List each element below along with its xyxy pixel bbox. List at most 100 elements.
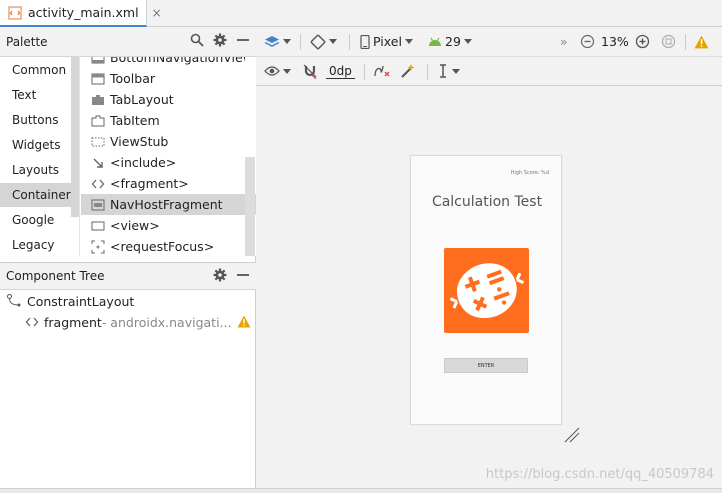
- file-tab-label: activity_main.xml: [28, 5, 139, 20]
- component-tree-title: Component Tree: [6, 269, 105, 283]
- tree-node-constraintlayout[interactable]: ConstraintLayout: [6, 291, 134, 311]
- palette-item-tabitem[interactable]: TabItem: [81, 110, 245, 131]
- clear-constraints-icon: [374, 65, 390, 77]
- palette-item-bottomnavigationview[interactable]: BottomNavigationView: [81, 57, 245, 68]
- guidelines-dropdown[interactable]: [437, 57, 460, 85]
- tree-node-label: ConstraintLayout: [27, 293, 135, 309]
- overflow-chevron[interactable]: »: [560, 27, 568, 56]
- palette-item-label: NavHostFragment: [110, 197, 223, 212]
- category-container[interactable]: Container: [0, 183, 72, 207]
- api-level-dropdown[interactable]: 29: [428, 27, 472, 56]
- palette-item-label: TabLayout: [110, 92, 174, 107]
- device-label: Pixel: [373, 34, 402, 49]
- category-google[interactable]: Google: [0, 208, 72, 232]
- palette-title: Palette: [6, 34, 48, 49]
- palette-item-navhostfragment[interactable]: NavHostFragment: [81, 194, 256, 215]
- zoom-fit-icon: [661, 34, 676, 49]
- enter-button[interactable]: ENTER: [444, 358, 528, 373]
- left-panel: Palette Common Text Buttons Widgets Layo…: [0, 27, 256, 488]
- resize-handle-icon[interactable]: [563, 426, 581, 444]
- warning-icon[interactable]: [237, 315, 251, 328]
- autoconnect-toggle[interactable]: [302, 57, 318, 85]
- tablayout-icon: [92, 94, 104, 105]
- include-icon: [93, 158, 103, 168]
- orientation-dropdown[interactable]: [310, 27, 337, 56]
- android-icon: [429, 37, 441, 46]
- close-tab-icon[interactable]: ×: [152, 6, 162, 20]
- design-canvas[interactable]: High Score: %d Calculation Test ENTER ht…: [256, 86, 722, 488]
- xml-file-icon: [8, 6, 22, 20]
- palette-item-toolbar[interactable]: Toolbar: [81, 68, 245, 89]
- palette-item-viewstub[interactable]: ViewStub: [81, 131, 245, 152]
- fragment-icon: [91, 179, 105, 188]
- file-tab-activity-main[interactable]: activity_main.xml ×: [0, 0, 162, 27]
- tree-node-fragment[interactable]: fragment - androidx.navigati...: [25, 312, 251, 332]
- category-layouts[interactable]: Layouts: [0, 158, 72, 182]
- minimize-icon[interactable]: [236, 268, 250, 282]
- gear-icon[interactable]: [213, 33, 227, 47]
- palette-item-fragment[interactable]: <fragment>: [81, 173, 245, 194]
- design-surface-dropdown[interactable]: [264, 27, 291, 56]
- constraintlayout-icon: [7, 294, 21, 307]
- tabitem-icon: [91, 115, 105, 126]
- category-legacy[interactable]: Legacy: [0, 233, 72, 257]
- palette-item-scrollbar[interactable]: [245, 157, 255, 256]
- search-icon[interactable]: [190, 33, 204, 47]
- minimize-icon[interactable]: [236, 33, 250, 47]
- layers-icon: [264, 35, 280, 47]
- editor-tab-bar: activity_main.xml ×: [0, 0, 722, 27]
- component-tree-header: Component Tree: [0, 262, 256, 290]
- constraint-toolbar: 0dp: [256, 57, 722, 86]
- palette-header: Palette: [0, 27, 256, 57]
- zoom-level: 13%: [601, 34, 629, 49]
- clear-constraints-button[interactable]: [373, 57, 391, 85]
- phone-icon: [360, 34, 370, 49]
- high-score-text: High Score: %d: [510, 170, 549, 176]
- view-options-dropdown[interactable]: [264, 57, 291, 85]
- fragment-icon: [25, 317, 39, 327]
- tree-node-label: fragment: [44, 314, 102, 330]
- palette-item-include[interactable]: <include>: [81, 152, 245, 173]
- warnings-button[interactable]: [694, 27, 709, 56]
- category-common[interactable]: Common: [0, 58, 72, 82]
- app-logo-image: [444, 248, 529, 333]
- device-preview[interactable]: High Score: %d Calculation Test ENTER: [410, 155, 562, 425]
- navhostfragment-icon: [91, 199, 105, 210]
- calculator-lemon-icon: [449, 263, 525, 319]
- text-baseline-icon: [440, 64, 446, 78]
- default-margin-dropdown[interactable]: 0dp: [326, 57, 355, 85]
- tree-node-detail: - androidx.navigati...: [101, 314, 232, 330]
- palette-item-label: Toolbar: [110, 71, 156, 86]
- palette-item-tablayout[interactable]: TabLayout: [81, 89, 245, 110]
- palette-item-label: ViewStub: [110, 134, 169, 149]
- category-text[interactable]: Text: [0, 83, 72, 107]
- palette-item-view[interactable]: <view>: [81, 215, 245, 236]
- bottom-navigation-icon: [91, 57, 105, 63]
- default-margin-value: 0dp: [326, 64, 355, 79]
- category-buttons[interactable]: Buttons: [0, 108, 72, 132]
- zoom-out-icon: [580, 34, 595, 49]
- warning-icon: [694, 35, 709, 48]
- device-dropdown[interactable]: Pixel: [360, 27, 413, 56]
- infer-constraints-button[interactable]: [400, 57, 416, 85]
- palette-item-list: BottomNavigationView Toolbar TabLayout T…: [81, 57, 256, 256]
- palette-item-label: BottomNavigationView: [110, 57, 245, 65]
- viewstub-icon: [91, 137, 105, 146]
- palette-item-label: <view>: [110, 218, 160, 233]
- zoom-in-button[interactable]: [635, 27, 650, 56]
- gear-icon[interactable]: [213, 268, 227, 282]
- rotate-icon: [310, 34, 326, 49]
- category-scrollbar[interactable]: [71, 57, 79, 217]
- palette-category-list: Common Text Buttons Widgets Layouts Cont…: [0, 57, 80, 256]
- palette-item-requestfocus[interactable]: <requestFocus>: [81, 236, 245, 256]
- category-widgets[interactable]: Widgets: [0, 133, 72, 157]
- zoom-out-button[interactable]: [580, 27, 595, 56]
- eye-icon: [264, 66, 280, 76]
- palette-item-label: <include>: [110, 155, 177, 170]
- watermark-text: https://blog.csdn.net/qq_40509784: [485, 467, 714, 482]
- palette-item-label: TabItem: [110, 113, 160, 128]
- zoom-in-icon: [635, 34, 650, 49]
- toolbar-icon: [91, 73, 105, 84]
- palette-item-label: <requestFocus>: [110, 239, 215, 254]
- zoom-to-fit-button[interactable]: [661, 27, 676, 56]
